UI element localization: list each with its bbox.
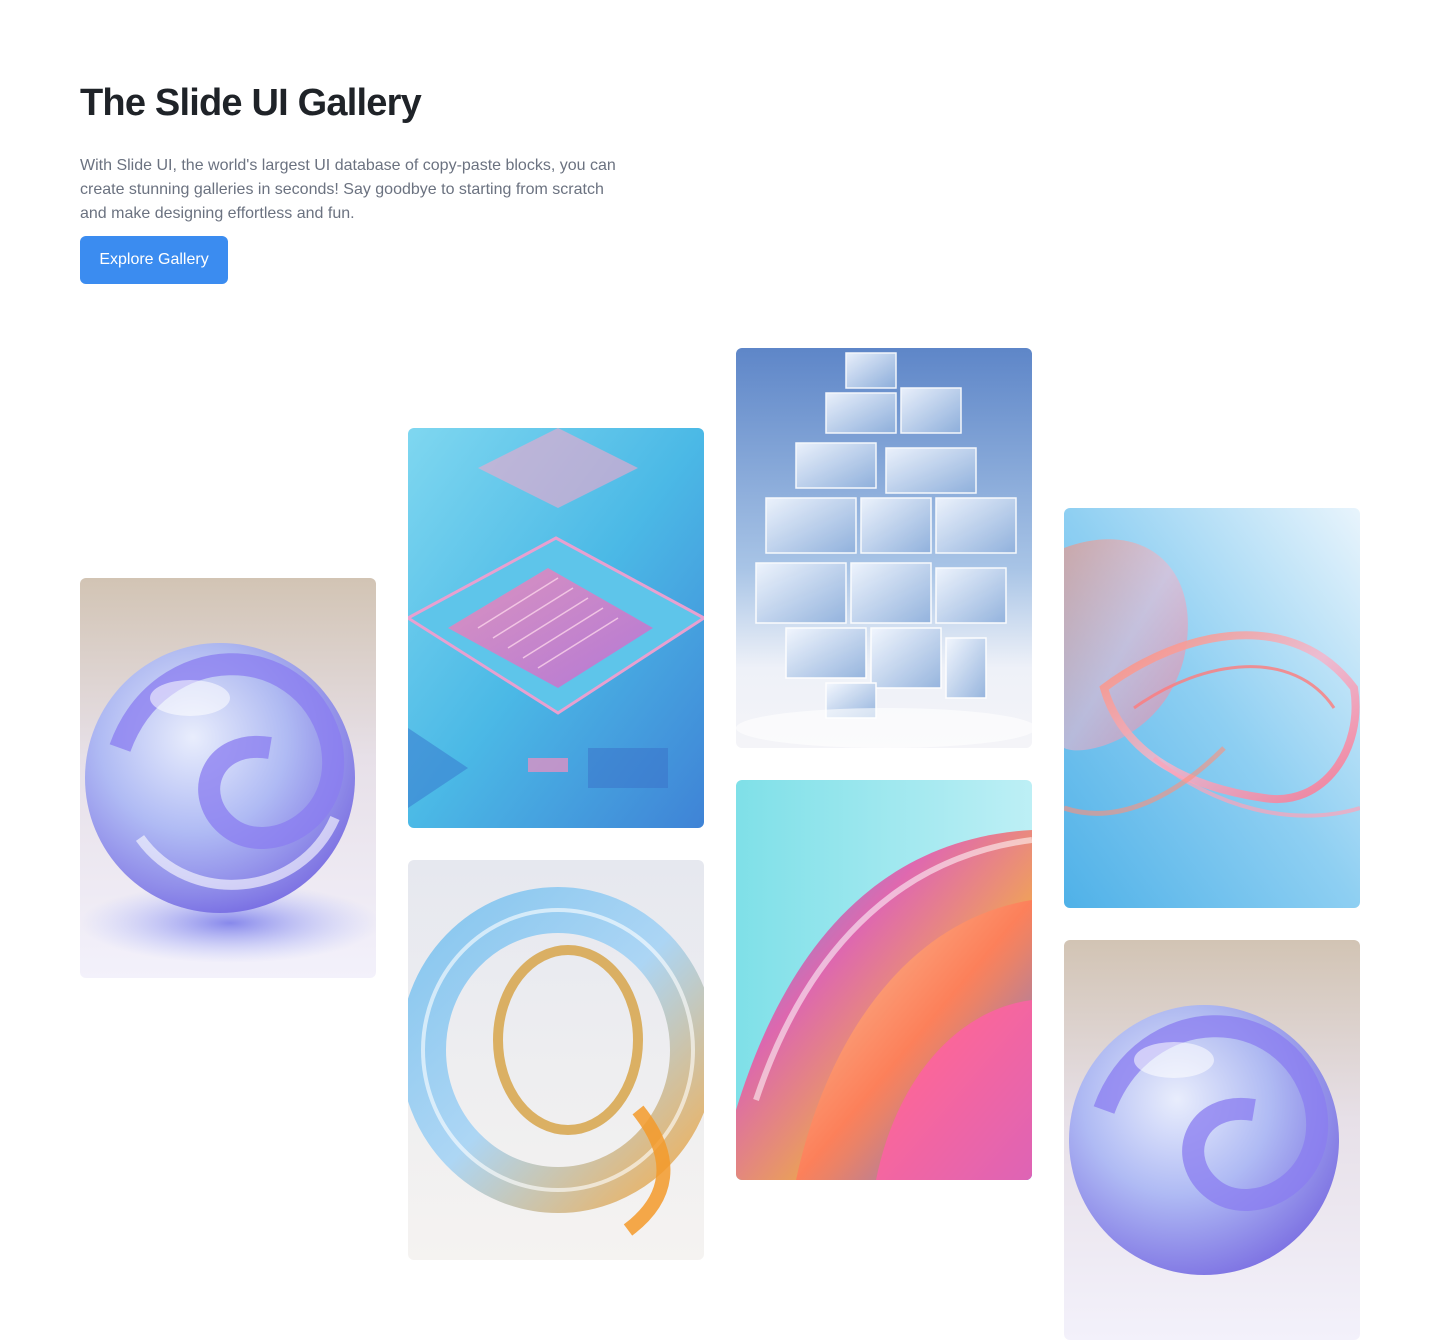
glass-cube-tower-image [736, 348, 1032, 748]
circuit-chip-image [408, 428, 704, 828]
gallery-image-glass-cubes[interactable] [736, 348, 1032, 748]
page-title: The Slide UI Gallery [80, 82, 422, 124]
gallery-image-glass-ring[interactable] [408, 860, 704, 1260]
glass-ring-image [408, 860, 704, 1260]
hero-description: With Slide UI, the world's largest UI da… [80, 157, 616, 222]
iridescent-swirl-image [736, 780, 1032, 1180]
gallery-image-circuit-chip[interactable] [408, 428, 704, 828]
gallery-image-glass-ribbon[interactable] [1064, 508, 1360, 908]
glass-ribbon-image [1064, 508, 1360, 908]
glass-sphere-image [1064, 940, 1360, 1340]
gallery-image-glass-sphere[interactable] [80, 578, 376, 978]
glass-sphere-image [80, 578, 376, 978]
hero-section: The Slide UI Gallery With Slide UI, the … [80, 80, 640, 226]
explore-gallery-button[interactable]: Explore Gallery [80, 236, 228, 284]
gallery-image-iridescent-swirl[interactable] [736, 780, 1032, 1180]
gallery-image-glass-sphere-2[interactable] [1064, 940, 1360, 1340]
